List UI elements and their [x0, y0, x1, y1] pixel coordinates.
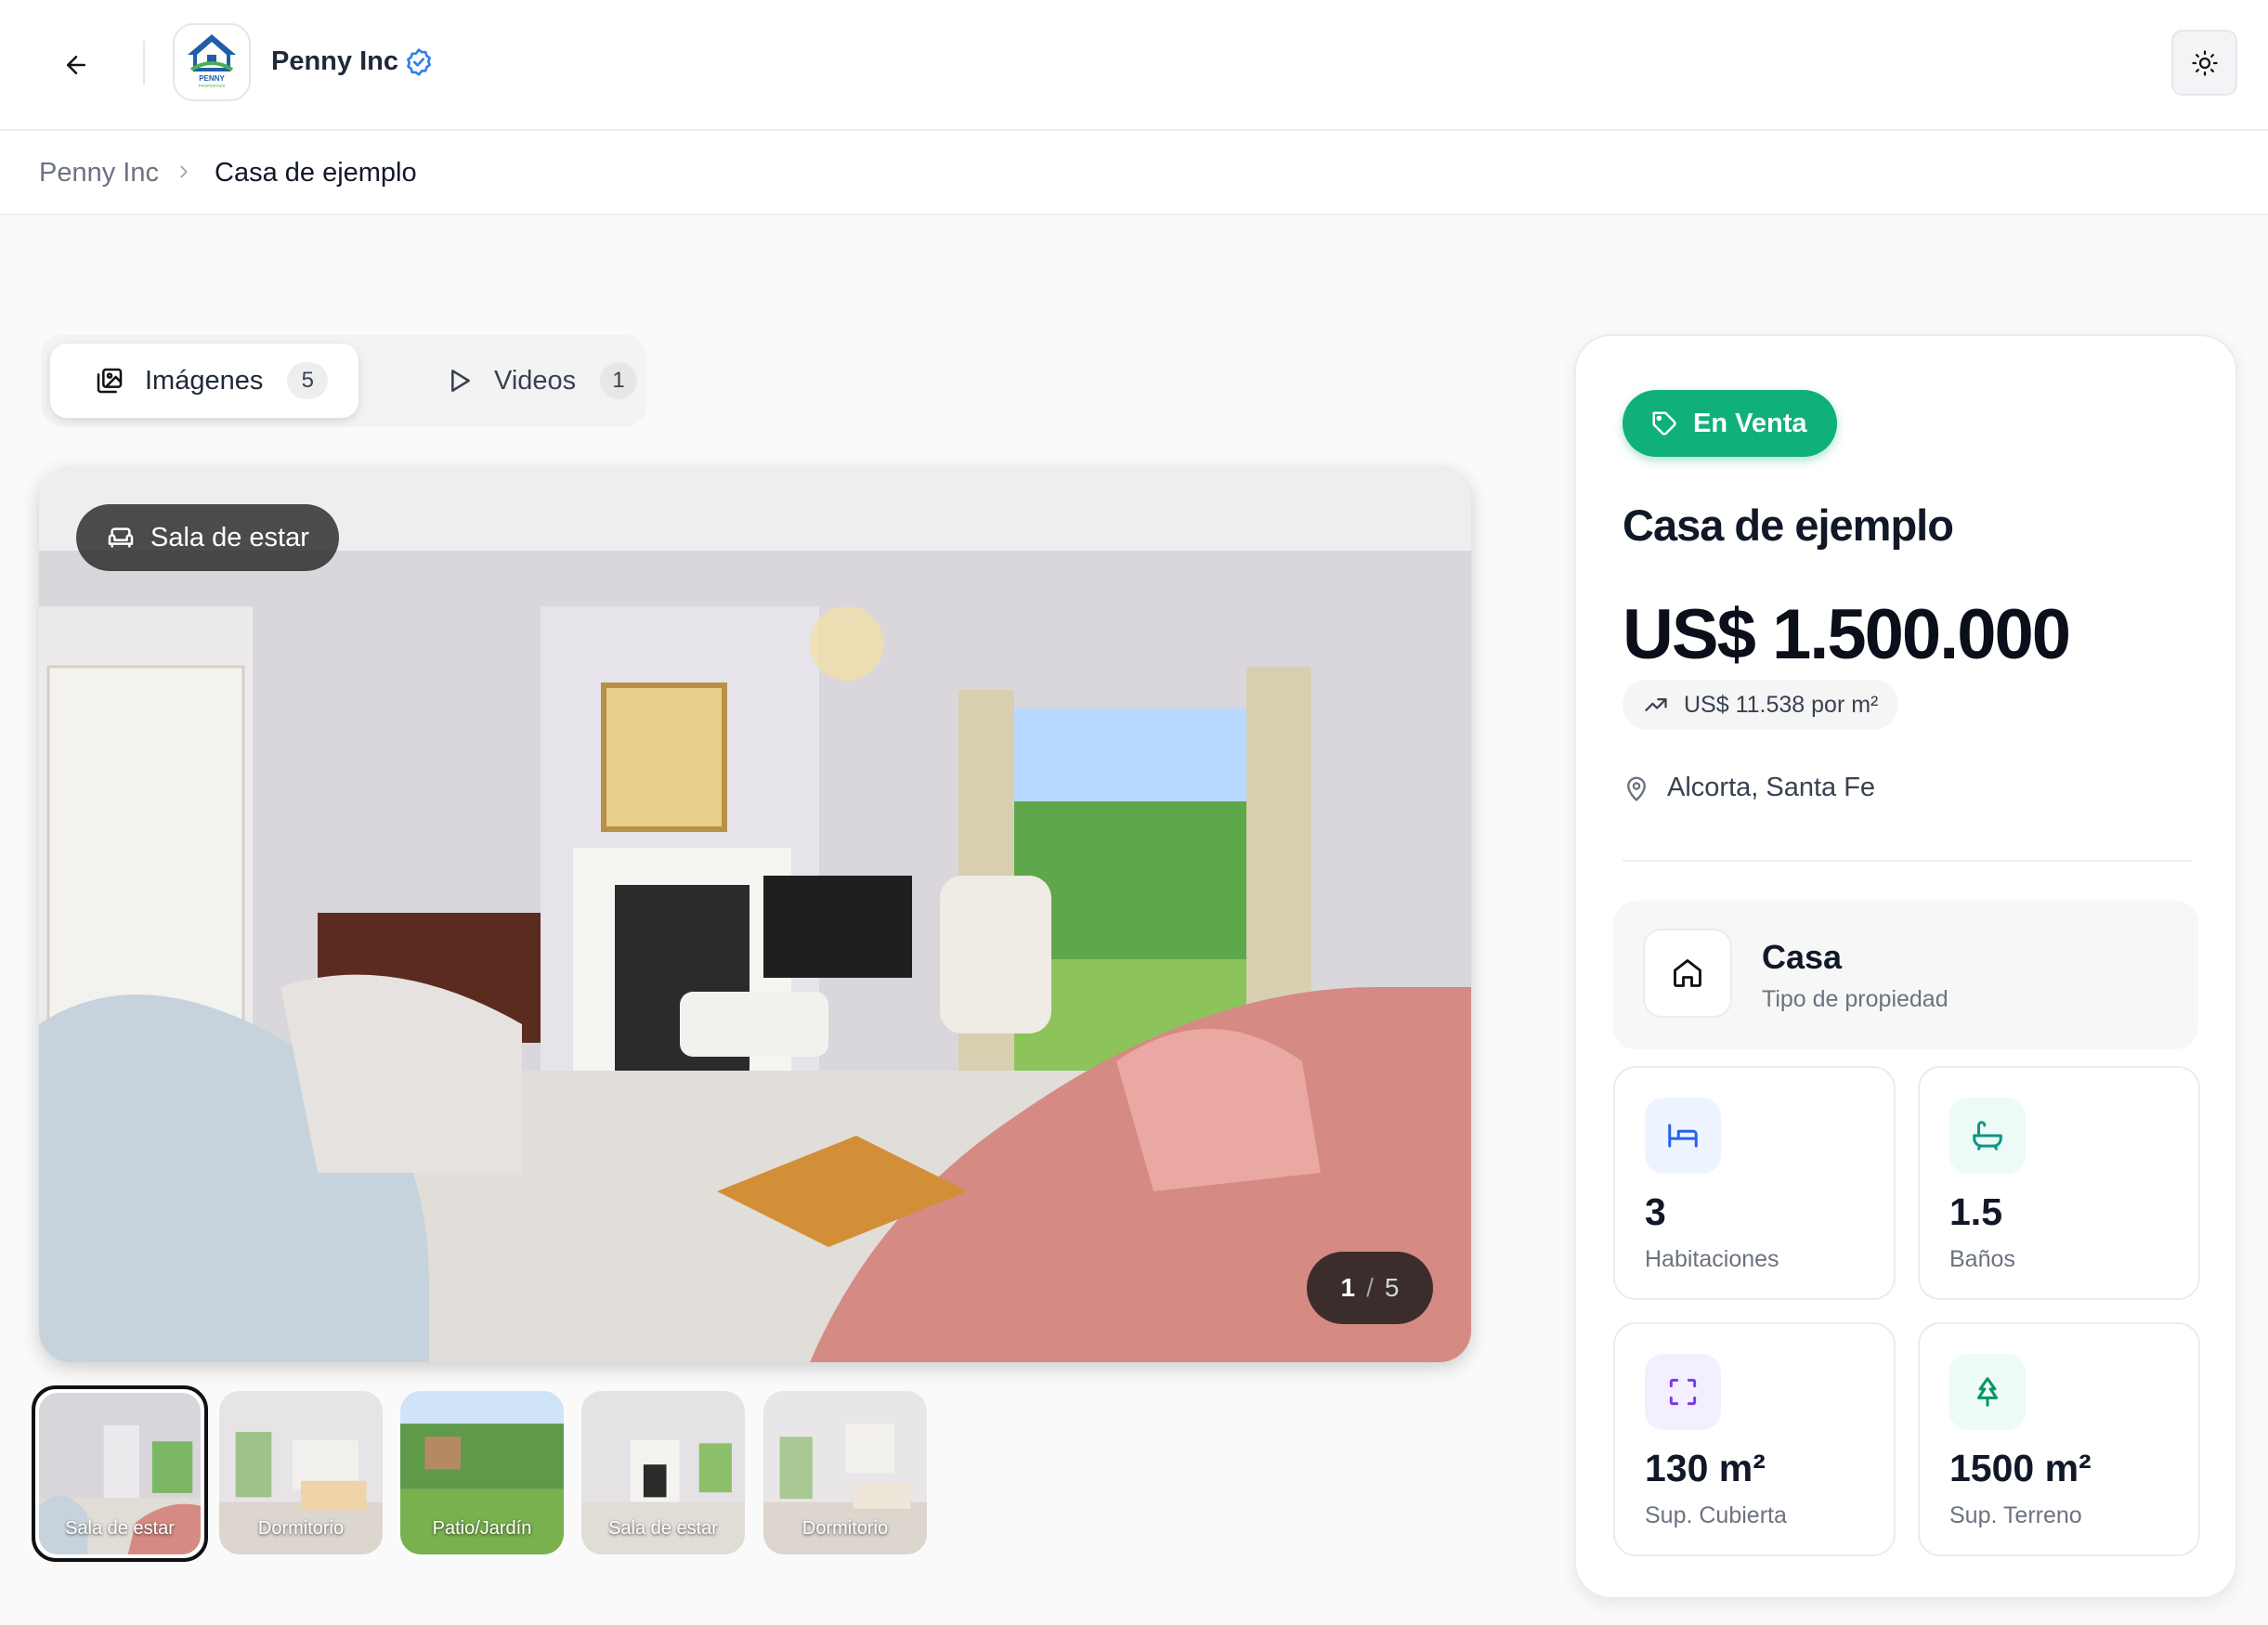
property-price: US$ 1.500.000 [1623, 595, 2071, 674]
thumbnail-2[interactable]: Dormitorio [219, 1391, 383, 1554]
header-divider [143, 41, 145, 85]
feature-value: 1500 m² [1949, 1447, 2092, 1489]
main-gallery-image[interactable]: Sala de estar 1 / 5 [39, 467, 1471, 1362]
living-room-photo [39, 467, 1471, 1362]
company-logo[interactable]: PENNY PROPERTIES [173, 23, 251, 101]
tab-images-label: Imágenes [145, 365, 264, 396]
room-label-chip: Sala de estar [76, 504, 339, 571]
status-badge: En Venta [1623, 390, 1837, 457]
feature-bedrooms: 3 Habitaciones [1613, 1066, 1896, 1300]
images-icon [95, 366, 124, 396]
image-counter: 1 / 5 [1307, 1252, 1433, 1324]
room-label: Sala de estar [150, 522, 309, 552]
counter-current: 1 [1340, 1273, 1356, 1302]
thumbnail-label: Sala de estar [65, 1518, 175, 1539]
feature-bathrooms: 1.5 Baños [1918, 1066, 2200, 1300]
thumbnail-3[interactable]: Patio/Jardín [400, 1391, 564, 1554]
property-location: Alcorta, Santa Fe [1623, 773, 1875, 803]
property-type-value: Casa [1762, 938, 1843, 976]
thumbnail-5[interactable]: Dormitorio [763, 1391, 927, 1554]
counter-total: 5 [1384, 1273, 1400, 1302]
back-button[interactable] [48, 42, 104, 88]
tab-videos-count: 1 [600, 362, 637, 399]
feature-value: 1.5 [1949, 1190, 2002, 1233]
play-icon [444, 366, 474, 396]
tag-icon [1650, 410, 1678, 437]
price-per-m2-chip: US$ 11.538 por m² [1623, 680, 1899, 730]
area-icon [1645, 1354, 1721, 1430]
svg-text:PROPERTIES: PROPERTIES [199, 84, 226, 88]
svg-text:PENNY: PENNY [199, 74, 225, 83]
thumbnail-4[interactable]: Sala de estar [581, 1391, 745, 1554]
property-title: Casa de ejemplo [1623, 500, 1954, 550]
thumbnail-label: Dormitorio [257, 1518, 345, 1539]
thumbnail-1[interactable]: Sala de estar [32, 1385, 208, 1562]
tree-icon [1949, 1354, 2026, 1430]
breadcrumb-root-link[interactable]: Penny Inc [39, 158, 159, 188]
top-header: PENNY PROPERTIES Penny Inc [0, 0, 2268, 131]
feature-value: 3 [1645, 1190, 1666, 1233]
tab-images[interactable]: Imágenes 5 [50, 344, 358, 418]
thumbnail-label: Patio/Jardín [432, 1518, 532, 1539]
media-tabs: Imágenes 5 Videos 1 [41, 334, 646, 427]
theme-toggle-button[interactable] [2171, 30, 2237, 96]
thumbnail-label: Sala de estar [608, 1518, 718, 1539]
thumbnail-label: Dormitorio [802, 1518, 889, 1539]
map-pin-icon [1623, 774, 1650, 802]
location-text: Alcorta, Santa Fe [1667, 773, 1876, 802]
home-icon [1643, 929, 1732, 1018]
property-type-label: Tipo de propiedad [1762, 986, 1949, 1012]
verified-badge-icon [404, 47, 434, 82]
listing-info-card: En Venta Casa de ejemplo US$ 1.500.000 U… [1574, 334, 2237, 1599]
breadcrumb-current: Casa de ejemplo [215, 158, 417, 188]
chevron-right-icon [174, 160, 194, 188]
trending-up-icon [1643, 692, 1669, 718]
tab-videos-label: Videos [494, 365, 577, 396]
sun-icon [2191, 49, 2218, 76]
bed-icon [1645, 1098, 1721, 1174]
card-divider [1623, 860, 2193, 862]
brand-name[interactable]: Penny Inc [271, 46, 398, 77]
feature-land-area: 1500 m² Sup. Terreno [1918, 1322, 2200, 1556]
feature-label: Sup. Terreno [1949, 1502, 2082, 1528]
house-logo-icon: PENNY PROPERTIES [188, 34, 236, 88]
feature-value: 130 m² [1645, 1447, 1766, 1489]
feature-label: Baños [1949, 1246, 2015, 1272]
feature-label: Habitaciones [1645, 1246, 1779, 1272]
tab-videos[interactable]: Videos 1 [394, 344, 637, 418]
status-label: En Venta [1693, 408, 1807, 438]
arrow-left-icon [67, 56, 85, 74]
counter-separator: / [1366, 1273, 1374, 1302]
property-type-box: Casa Tipo de propiedad [1613, 901, 2198, 1049]
price-per-m2: US$ 11.538 por m² [1684, 691, 1879, 718]
feature-covered-area: 130 m² Sup. Cubierta [1613, 1322, 1896, 1556]
tab-images-count: 5 [287, 362, 329, 399]
bathtub-icon [1949, 1098, 2026, 1174]
feature-label: Sup. Cubierta [1645, 1502, 1787, 1528]
sofa-icon [106, 523, 136, 552]
